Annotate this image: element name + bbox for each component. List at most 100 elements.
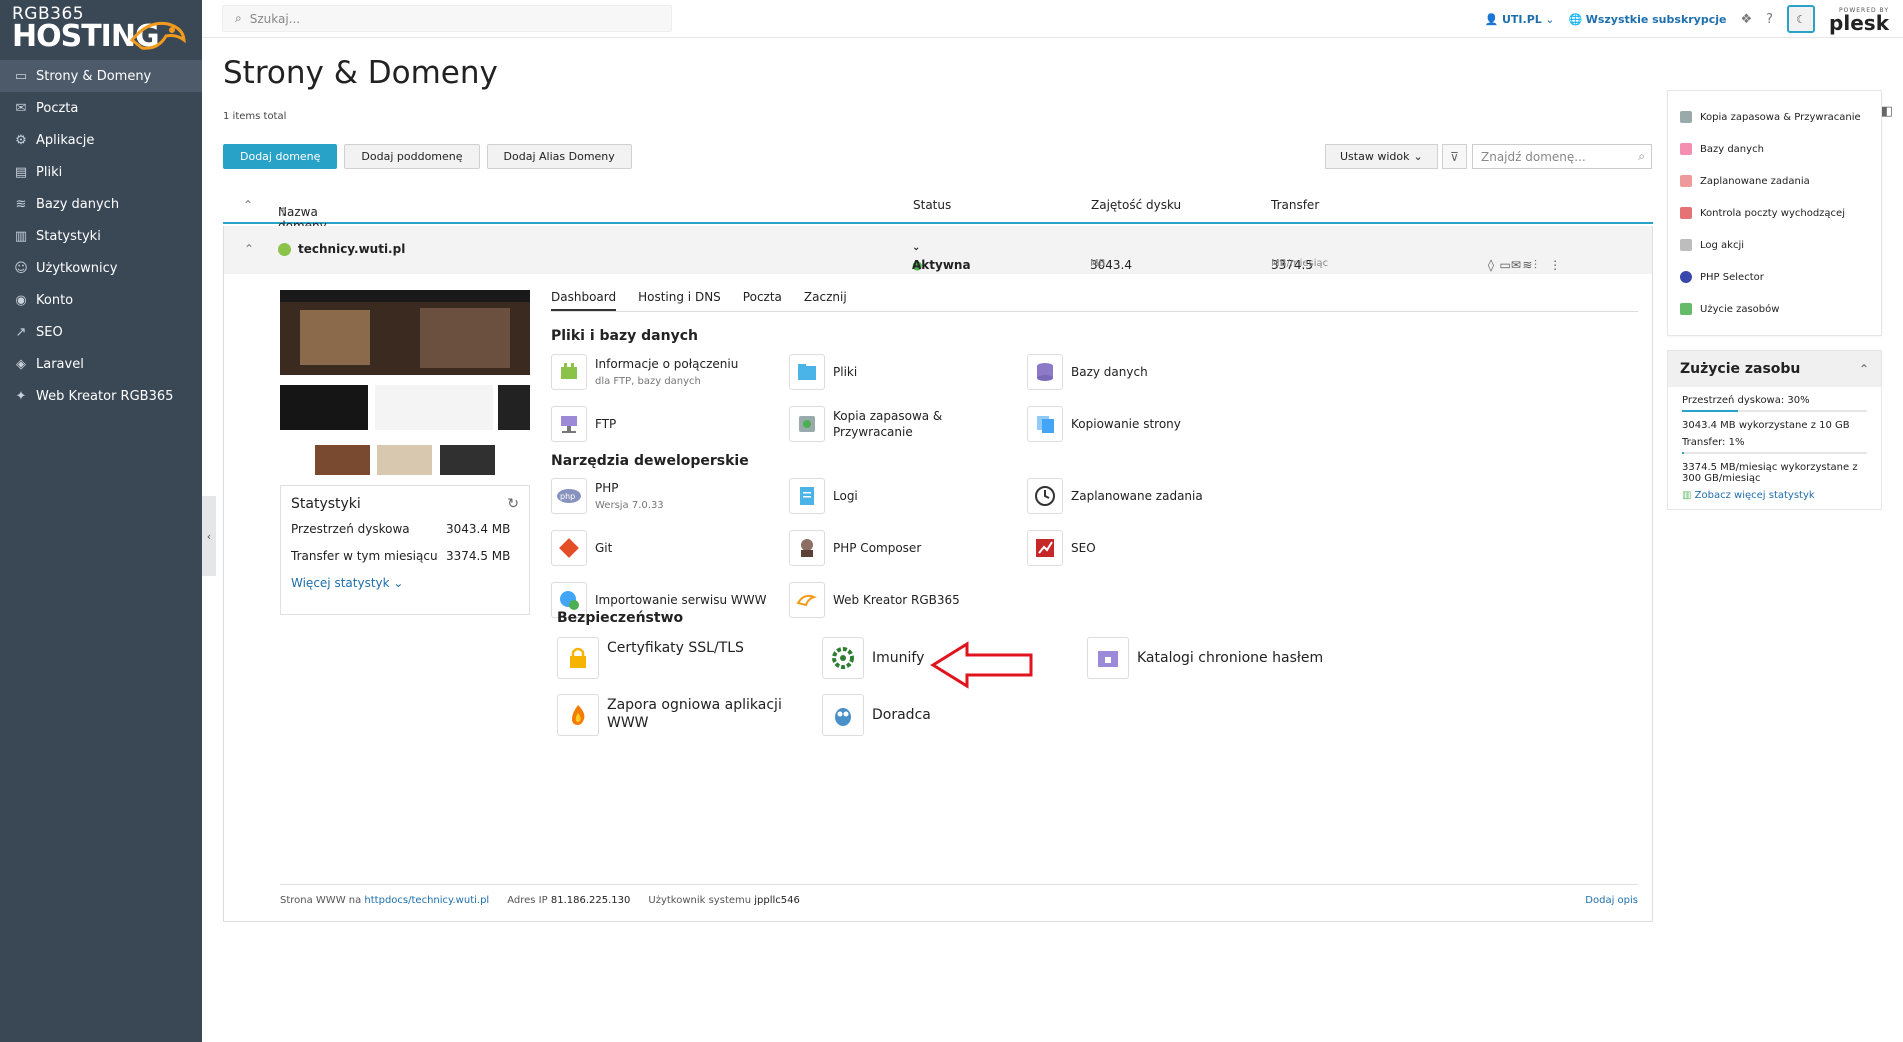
chevron-up-icon[interactable]: ⌃ — [244, 242, 254, 256]
tool-advisor[interactable]: Doradca — [822, 694, 1052, 736]
more-vertical-icon[interactable]: ⋮ — [1549, 258, 1561, 272]
tool-app-firewall[interactable]: Zapora ogniowa aplikacji WWW — [557, 694, 787, 736]
quick-link-scheduled-tasks[interactable]: Zaplanowane zadania — [1680, 165, 1869, 197]
database-icon: ≋ — [15, 196, 27, 212]
action-buttons: Dodaj domenę Dodaj poddomenę Dodaj Alias… — [223, 144, 632, 169]
tab-dashboard[interactable]: Dashboard — [551, 290, 617, 311]
add-alias-button[interactable]: Dodaj Alias Domeny — [486, 144, 632, 169]
settings-sliders-icon[interactable]: ⫶ — [1534, 258, 1537, 273]
refresh-icon[interactable]: ↻ — [507, 496, 519, 512]
sidebar-item-seo[interactable]: ↗ SEO — [0, 316, 202, 348]
view-button[interactable]: Ustaw widok ⌄ — [1325, 144, 1438, 169]
more-statistics-link[interactable]: ▥ Zobacz więcej statystyk — [1682, 490, 1867, 501]
plug-icon — [551, 354, 587, 390]
sidebar-item-laravel[interactable]: ◈ Laravel — [0, 348, 202, 380]
add-subdomain-button[interactable]: Dodaj poddomenę — [344, 144, 480, 169]
transfer-usage-bar — [1682, 452, 1867, 454]
database-icon[interactable]: ≋ — [1522, 258, 1532, 272]
add-domain-button[interactable]: Dodaj domenę — [223, 144, 338, 169]
sidebar-item-domains[interactable]: ▭ Strony & Domeny — [0, 60, 202, 92]
domain-name-link[interactable]: technicy.wuti.pl — [298, 242, 405, 256]
folder-icon[interactable]: ▭ — [1499, 258, 1510, 272]
quick-link-php-selector[interactable]: PHP Selector — [1680, 261, 1869, 293]
quick-link-action-log[interactable]: Log akcji — [1680, 229, 1869, 261]
footer-ip: Adres IP 81.186.225.130 — [507, 895, 631, 906]
tool-php-composer[interactable]: PHP Composer — [789, 530, 1019, 566]
row-action-icons: ◊ ▭ ✉ ≋ ⫶ ⋮ — [1488, 242, 1561, 272]
sidebar-item-mail[interactable]: ✉ Poczta — [0, 92, 202, 124]
fire-icon — [557, 694, 599, 736]
chart-icon — [1680, 303, 1692, 315]
filter-button[interactable]: ⊽ — [1442, 144, 1467, 169]
imunify-icon — [822, 637, 864, 679]
domain-tabs: Dashboard Hosting i DNS Poczta Zacznij — [551, 290, 1638, 312]
tool-files[interactable]: Pliki — [789, 354, 1019, 390]
help-icon[interactable]: ? — [1766, 12, 1773, 27]
main-content: Strony & Domeny ◧ 1 items total Dodaj do… — [202, 38, 1903, 1042]
tool-backup[interactable]: Kopia zapasowa & Przywracanie — [789, 406, 1019, 442]
brand-logo[interactable]: RGB365 HOSTING — [0, 0, 202, 60]
collapse-all-icon[interactable]: ⌃ — [243, 198, 253, 212]
mail-icon[interactable]: ✉ — [1511, 258, 1521, 272]
account-menu[interactable]: 👤 UTI.PL ⌄ — [1485, 13, 1555, 26]
footer-user: Użytkownik systemu jppllc546 — [648, 895, 800, 906]
backup-icon — [789, 406, 825, 442]
status-badge[interactable]: ● Aktywna ⌄ — [912, 242, 971, 272]
tab-mail[interactable]: Poczta — [743, 290, 782, 311]
more-statistics-link[interactable]: Więcej statystyk ⌄ — [291, 576, 519, 590]
quick-links-box: Kopia zapasowa & Przywracanie Bazy danyc… — [1667, 90, 1882, 336]
tool-connection-info[interactable]: Informacje o połączeniu dla FTP, bazy dan… — [551, 354, 781, 390]
tool-seo[interactable]: SEO — [1027, 530, 1257, 566]
dark-mode-toggle[interactable]: ☾ — [1787, 5, 1816, 33]
sidebar-item-files[interactable]: ▤ Pliki — [0, 156, 202, 188]
clock-icon — [1027, 478, 1063, 514]
sidebar-item-users[interactable]: ☺ Użytkownicy — [0, 252, 202, 284]
tool-php[interactable]: php PHP Wersja 7.0.33 — [551, 478, 781, 514]
calendar-icon — [1680, 175, 1692, 187]
site-path-link[interactable]: httpdocs/technicy.wuti.pl — [364, 895, 489, 906]
add-description-link[interactable]: Dodaj opis — [1585, 895, 1638, 906]
sidebar-item-apps[interactable]: ⚙ Aplikacje — [0, 124, 202, 156]
tool-logs[interactable]: Logi — [789, 478, 1019, 514]
seo-icon — [1027, 530, 1063, 566]
sidebar-item-kreator[interactable]: ✦ Web Kreator RGB365 — [0, 380, 202, 412]
search-input[interactable]: ⌕ Szukaj... — [222, 5, 672, 32]
tab-hosting-dns[interactable]: Hosting i DNS — [638, 290, 721, 311]
tool-ssl-certificates[interactable]: Certyfikaty SSL/TLS — [557, 637, 787, 679]
extensions-icon[interactable]: ❖ — [1740, 12, 1752, 27]
tool-git[interactable]: Git — [551, 530, 781, 566]
quick-link-databases[interactable]: Bazy danych — [1680, 133, 1869, 165]
resource-usage-header[interactable]: Zużycie zasobu ⌃ — [1668, 351, 1881, 387]
log-icon — [1680, 239, 1692, 251]
lock-icon — [557, 637, 599, 679]
moon-icon: ☾ — [1796, 12, 1806, 26]
statistics-box: Statystyki ↻ Przestrzeń dyskowa 3043.4 MB … — [280, 485, 530, 615]
advisor-owl-icon — [822, 694, 864, 736]
sidebar-item-account[interactable]: ◉ Konto — [0, 284, 202, 316]
tool-databases[interactable]: Bazy danych — [1027, 354, 1257, 390]
kreator-icon — [789, 582, 825, 618]
tool-ftp[interactable]: FTP — [551, 406, 781, 442]
panel-toggle-icon[interactable]: ◧ — [1881, 104, 1893, 119]
domain-row[interactable]: ⌃ technicy.wuti.pl ● Aktywna ⌄ 3043.4 MB… — [223, 226, 1653, 274]
domain-footer: Strona WWW na httpdocs/technicy.wuti.pl … — [280, 884, 1638, 906]
plesk-logo: POWERED BY plesk — [1829, 6, 1889, 35]
subscriptions-menu[interactable]: 🌐 Wszystkie subskrypcje — [1569, 13, 1727, 26]
account-icon: ◉ — [15, 292, 27, 308]
quick-link-outgoing-mail[interactable]: Kontrola poczty wychodzącej — [1680, 197, 1869, 229]
drop-icon[interactable]: ◊ — [1488, 258, 1494, 272]
transfer-usage-bar-fill — [1682, 452, 1684, 454]
tool-copy-site[interactable]: Kopiowanie strony — [1027, 406, 1257, 442]
chart-icon: ▥ — [1682, 490, 1695, 501]
tool-scheduled-tasks[interactable]: Zaplanowane zadania — [1027, 478, 1257, 514]
quick-link-resource-usage[interactable]: Użycie zasobów — [1680, 293, 1869, 325]
sidebar-item-databases[interactable]: ≋ Bazy danych — [0, 188, 202, 220]
topbar: ⌕ Szukaj... 👤 UTI.PL ⌄ 🌐 Wszystkie subskr… — [202, 0, 1903, 38]
site-preview-thumbnail[interactable] — [280, 290, 530, 475]
sidebar-item-statistics[interactable]: ▥ Statystyki — [0, 220, 202, 252]
tool-web-kreator[interactable]: Web Kreator RGB365 — [789, 582, 1019, 618]
domain-search-input[interactable]: Znajdź domenę... ⌕ — [1472, 144, 1652, 169]
tool-protected-directories[interactable]: Katalogi chronione hasłem — [1087, 637, 1347, 679]
tab-start[interactable]: Zacznij — [804, 290, 847, 311]
quick-link-backup[interactable]: Kopia zapasowa & Przywracanie — [1680, 101, 1869, 133]
